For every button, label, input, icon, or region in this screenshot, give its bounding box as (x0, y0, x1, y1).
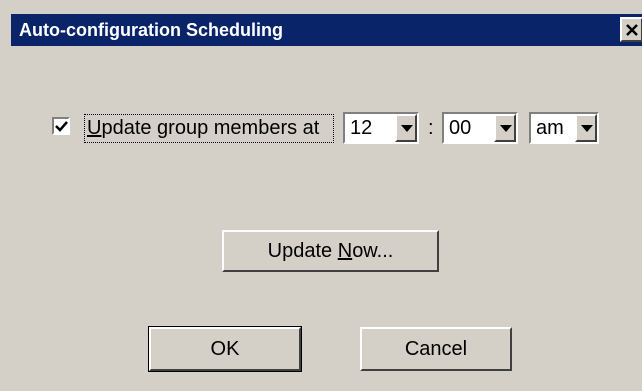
hour-value: 12 (350, 117, 373, 139)
ok-label: OK (210, 338, 240, 360)
minute-dropdown-button[interactable] (494, 114, 516, 142)
hour-select[interactable]: 12 (343, 112, 419, 144)
minute-select[interactable]: 00 (442, 112, 518, 144)
update-now-button[interactable]: Update Now... (222, 230, 439, 272)
title-bar[interactable]: Auto-configuration Scheduling (11, 14, 642, 46)
ok-button[interactable]: OK (148, 326, 302, 372)
cancel-label: Cancel (404, 338, 468, 360)
update-now-pre: Update (267, 240, 338, 262)
ampm-dropdown-button[interactable] (575, 114, 597, 142)
minute-value: 00 (449, 117, 472, 139)
chevron-down-icon (500, 125, 512, 132)
checkmark-icon (55, 121, 68, 132)
cancel-button[interactable]: Cancel (360, 327, 512, 371)
ampm-value: am (536, 117, 564, 139)
chevron-down-icon (401, 125, 413, 132)
auto-config-dialog: Auto-configuration Scheduling Update gro… (0, 0, 642, 391)
chevron-down-icon (581, 125, 593, 132)
update-schedule-label[interactable]: Update group members at (84, 114, 334, 143)
close-icon (626, 24, 638, 36)
update-now-post: ow... (352, 240, 394, 262)
label-mnemonic: U (87, 117, 102, 139)
update-now-mnemonic: N (337, 240, 353, 262)
dialog-title: Auto-configuration Scheduling (19, 20, 283, 40)
time-separator: : (428, 117, 434, 139)
label-text: pdate group members at (101, 117, 320, 139)
close-button[interactable] (620, 17, 642, 42)
update-schedule-checkbox[interactable] (52, 117, 70, 135)
ampm-select[interactable]: am (529, 112, 599, 144)
hour-dropdown-button[interactable] (395, 114, 417, 142)
